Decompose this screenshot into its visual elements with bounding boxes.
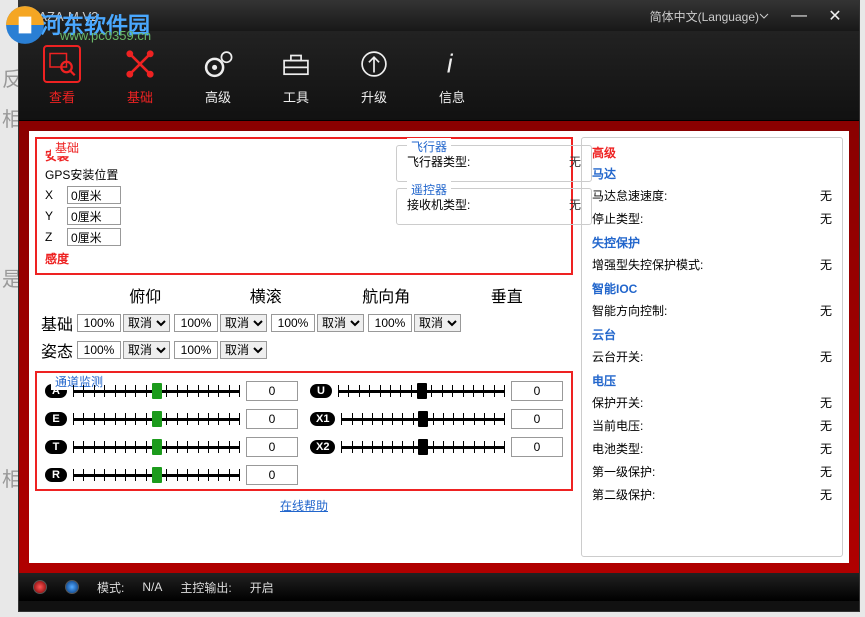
tab-upgrade[interactable]: 升级 xyxy=(349,41,399,110)
channel-value-U: 0 xyxy=(511,381,563,401)
channel-slider-U[interactable] xyxy=(338,382,505,400)
statusbar: 模式: N/A 主控输出: 开启 xyxy=(19,573,859,601)
section-sens: 感度 xyxy=(45,250,563,267)
status-mode: N/A xyxy=(142,580,162,594)
channel-slider-R[interactable] xyxy=(73,466,240,484)
tab-info[interactable]: i 信息 xyxy=(427,41,477,110)
aircraft-icon xyxy=(121,45,159,83)
gear-icon xyxy=(199,45,237,83)
aircraft-type: 无 xyxy=(569,153,581,170)
channel-badge-X2: X2 xyxy=(310,440,335,454)
toolbox-icon xyxy=(277,45,315,83)
tab-view[interactable]: 查看 xyxy=(37,41,87,110)
gps-y-input[interactable] xyxy=(67,207,121,225)
gain-basic-vert-sel[interactable]: 取消 xyxy=(414,314,461,332)
channel-badge-X1: X1 xyxy=(310,412,335,426)
channel-A: A 0 xyxy=(45,381,298,401)
lvl1: 无 xyxy=(820,463,832,480)
gain-basic-vert[interactable] xyxy=(368,314,412,332)
gain-basic-yaw[interactable] xyxy=(271,314,315,332)
gain-basic-roll-sel[interactable]: 取消 xyxy=(220,314,267,332)
gain-att-pitch[interactable] xyxy=(77,341,121,359)
magnifier-icon xyxy=(43,45,81,83)
section-rc: 遥控器 xyxy=(407,181,451,198)
channel-value-T: 0 xyxy=(246,437,298,457)
status-output: 开启 xyxy=(250,579,274,596)
bat-type: 无 xyxy=(820,440,832,457)
info-icon: i xyxy=(433,45,471,83)
language-selector[interactable]: 简体中文(Language) xyxy=(650,8,769,25)
channel-value-X2: 0 xyxy=(511,437,563,457)
section-advanced: 高级 xyxy=(592,146,616,160)
gain-basic-roll[interactable] xyxy=(174,314,218,332)
app-title: NAZA-M V2 xyxy=(29,9,98,24)
svg-text:i: i xyxy=(447,51,454,79)
lvl2: 无 xyxy=(820,486,832,503)
rx-type: 无 xyxy=(569,196,581,213)
close-button[interactable]: ✕ xyxy=(819,5,851,27)
prot-sw: 无 xyxy=(820,394,832,411)
channel-badge-R: R xyxy=(45,468,67,482)
channel-slider-X1[interactable] xyxy=(341,410,505,428)
channel-T: T 0 xyxy=(45,437,298,457)
gain-att-roll[interactable] xyxy=(174,341,218,359)
stop-type: 无 xyxy=(820,210,832,227)
tab-advanced[interactable]: 高级 xyxy=(193,41,243,110)
channel-slider-A[interactable] xyxy=(73,382,240,400)
gain-basic-pitch[interactable] xyxy=(77,314,121,332)
help-link[interactable]: 在线帮助 xyxy=(280,499,328,513)
channel-value-R: 0 xyxy=(246,465,298,485)
gps-x-input[interactable] xyxy=(67,186,121,204)
motor-idle: 无 xyxy=(820,187,832,204)
channel-U: U 0 xyxy=(310,381,563,401)
channel-value-A: 0 xyxy=(246,381,298,401)
cur-volt: 无 xyxy=(820,417,832,434)
ioc-dir: 无 xyxy=(820,302,832,319)
minimize-button[interactable]: — xyxy=(783,5,815,27)
channel-value-X1: 0 xyxy=(511,409,563,429)
main-toolbar: 查看 基础 高级 工具 升级 i 信息 xyxy=(19,31,859,121)
channel-slider-X2[interactable] xyxy=(341,438,505,456)
section-basic: 基础 xyxy=(51,139,83,156)
gain-basic-yaw-sel[interactable]: 取消 xyxy=(317,314,364,332)
channel-badge-T: T xyxy=(45,440,67,454)
channel-R: R 0 xyxy=(45,465,298,485)
led-blue-icon xyxy=(65,580,79,594)
tab-basic[interactable]: 基础 xyxy=(115,41,165,110)
gimbal-sw: 无 xyxy=(820,348,832,365)
channel-X2: X2 0 xyxy=(310,437,563,457)
led-red-icon xyxy=(33,580,47,594)
gain-basic-pitch-sel[interactable]: 取消 xyxy=(123,314,170,332)
globe-arrow-icon xyxy=(355,45,393,83)
channel-badge-E: E xyxy=(45,412,67,426)
channel-value-E: 0 xyxy=(246,409,298,429)
channel-slider-T[interactable] xyxy=(73,438,240,456)
section-aircraft: 飞行器 xyxy=(407,138,451,155)
channel-E: E 0 xyxy=(45,409,298,429)
tab-tool[interactable]: 工具 xyxy=(271,41,321,110)
channel-X1: X1 0 xyxy=(310,409,563,429)
gain-att-pitch-sel[interactable]: 取消 xyxy=(123,341,170,359)
channel-badge-U: U xyxy=(310,384,332,398)
channel-slider-E[interactable] xyxy=(73,410,240,428)
failsafe-mode: 无 xyxy=(820,256,832,273)
chevron-down-icon xyxy=(759,11,769,21)
titlebar: NAZA-M V2 简体中文(Language) — ✕ xyxy=(19,1,859,31)
gps-z-input[interactable] xyxy=(67,228,121,246)
gain-att-roll-sel[interactable]: 取消 xyxy=(220,341,267,359)
